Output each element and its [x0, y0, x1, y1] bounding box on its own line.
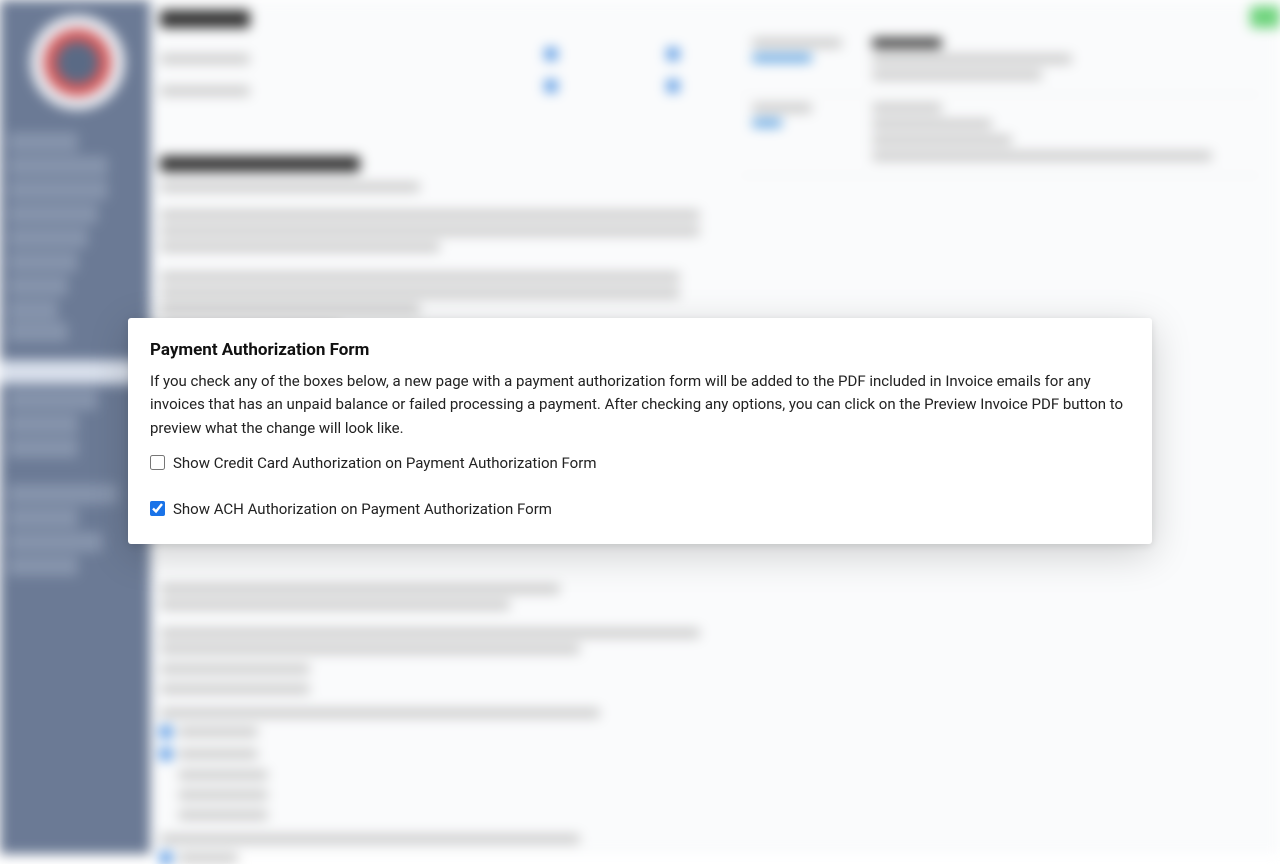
modal-title: Payment Authorization Form	[150, 340, 1130, 360]
sidebar-item	[8, 132, 78, 152]
sidebar-item	[8, 484, 118, 504]
checkbox-credit-card-label: Show Credit Card Authorization on Paymen…	[173, 454, 596, 472]
corner-badge	[1250, 6, 1280, 28]
checkbox-credit-card[interactable]	[150, 455, 165, 470]
sidebar-item	[8, 300, 58, 320]
settings-title	[160, 10, 250, 28]
sidebar-item	[8, 156, 108, 176]
checkbox-row-credit-card[interactable]: Show Credit Card Authorization on Paymen…	[150, 454, 1130, 472]
checkbox-ach-label: Show ACH Authorization on Payment Author…	[173, 500, 552, 518]
checkbox-row-ach[interactable]: Show ACH Authorization on Payment Author…	[150, 500, 1130, 518]
sidebar-item	[8, 532, 103, 552]
payment-authorization-modal: Payment Authorization Form If you check …	[128, 318, 1152, 544]
main-right-column	[740, 30, 1260, 176]
sidebar-item	[8, 322, 68, 342]
sidebar-item	[8, 180, 108, 200]
sidebar-item	[8, 414, 78, 434]
sidebar-item	[8, 438, 78, 458]
app-logo	[30, 15, 125, 110]
sidebar-item	[8, 228, 88, 248]
sidebar-item	[8, 390, 98, 410]
sidebar-item	[8, 556, 78, 576]
checkbox-ach[interactable]	[150, 501, 165, 516]
sidebar-item	[8, 204, 98, 224]
modal-description: If you check any of the boxes below, a n…	[150, 370, 1130, 440]
sidebar-item	[8, 276, 68, 296]
sidebar-item	[8, 508, 78, 528]
sidebar-item	[8, 252, 78, 272]
